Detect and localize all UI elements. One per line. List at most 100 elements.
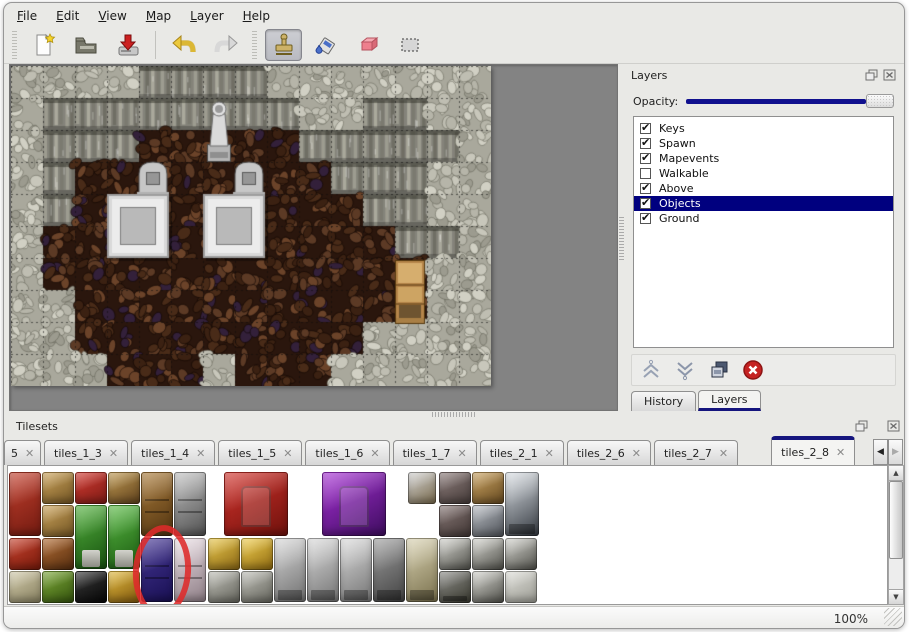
scroll-up-icon[interactable]: ▲ — [889, 466, 903, 481]
select-tool-button[interactable] — [391, 29, 428, 61]
close-tab-icon[interactable]: ✕ — [545, 447, 554, 460]
palette-tile-statue-hooded-small[interactable] — [274, 538, 306, 602]
layer-visibility-checkbox[interactable] — [640, 183, 651, 194]
toolbar-grip-2[interactable] — [252, 31, 257, 59]
layer-row-mapevents[interactable]: Mapevents — [634, 151, 893, 166]
undo-button[interactable] — [165, 29, 202, 61]
open-button[interactable] — [67, 29, 104, 61]
layer-visibility-checkbox[interactable] — [640, 168, 651, 179]
scrollbar-thumb[interactable] — [889, 481, 903, 559]
tileset-tab-tiles_1_5[interactable]: tiles_1_5✕ — [218, 440, 302, 465]
tileset-tab-tiles_1_6[interactable]: tiles_1_6✕ — [305, 440, 389, 465]
move-layer-down-icon[interactable] — [672, 358, 698, 382]
close-tab-icon[interactable]: ✕ — [196, 447, 205, 460]
scroll-tabs-left-icon[interactable]: ◀ — [873, 439, 888, 465]
menu-layer[interactable]: Layer — [186, 8, 227, 24]
palette-tile-slab-beige[interactable] — [9, 571, 41, 603]
palette-tile-banner-red[interactable] — [9, 472, 41, 536]
resize-grip[interactable] — [884, 608, 902, 626]
opacity-slider[interactable] — [686, 93, 894, 109]
close-tab-icon[interactable]: ✕ — [457, 447, 466, 460]
float-panel-icon[interactable] — [854, 420, 868, 433]
palette-tile-wall-top-1[interactable] — [439, 538, 471, 570]
float-panel-icon[interactable] — [864, 69, 878, 82]
scroll-tabs-right-icon[interactable]: ▶ — [888, 439, 903, 465]
layer-row-above[interactable]: Above — [634, 181, 893, 196]
close-tab-icon[interactable]: ✕ — [719, 447, 728, 460]
menu-help[interactable]: Help — [239, 8, 274, 24]
splitter-handle[interactable] — [619, 216, 624, 260]
palette-tile-stone-block[interactable] — [505, 571, 537, 603]
new-file-button[interactable] — [25, 29, 62, 61]
palette-tile-throne-red[interactable] — [224, 472, 288, 536]
close-panel-icon[interactable] — [886, 420, 900, 433]
tileset-tab-tiles_1_3[interactable]: tiles_1_3✕ — [44, 440, 128, 465]
palette-tile-sign-wood[interactable] — [472, 472, 504, 504]
tileset-tab-tiles_1_4[interactable]: tiles_1_4✕ — [131, 440, 215, 465]
palette-tile-banner-shield[interactable] — [9, 538, 41, 570]
palette-tile-plant-palm[interactable] — [75, 505, 107, 569]
redo-button[interactable] — [207, 29, 244, 61]
palette-tile-shelf-dark[interactable] — [75, 571, 107, 603]
eraser-tool-button[interactable] — [349, 29, 386, 61]
move-layer-up-icon[interactable] — [638, 358, 664, 382]
palette-tile-bookshelf[interactable] — [42, 538, 74, 570]
layer-visibility-checkbox[interactable] — [640, 198, 651, 209]
palette-tile-mirror-table[interactable] — [108, 472, 140, 504]
layer-visibility-checkbox[interactable] — [640, 153, 651, 164]
close-tab-icon[interactable]: ✕ — [370, 447, 379, 460]
stamp-tool-button[interactable] — [265, 29, 302, 61]
dock-tab-layers[interactable]: Layers — [698, 390, 760, 411]
toolbar-grip[interactable] — [12, 31, 17, 59]
palette-tile-pouf-red[interactable] — [75, 472, 107, 504]
layer-row-objects[interactable]: Objects — [634, 196, 893, 211]
menu-file[interactable]: File — [13, 8, 41, 24]
palette-tile-wall-mid[interactable] — [472, 571, 504, 603]
palette-tile-gate-metal[interactable] — [174, 472, 206, 536]
dock-tab-history[interactable]: History — [631, 391, 696, 411]
palette-tile-bench-wood-2[interactable] — [42, 505, 74, 537]
palette-tile-armor-knight[interactable] — [505, 472, 539, 536]
layer-row-spawn[interactable]: Spawn — [634, 136, 893, 151]
layer-visibility-checkbox[interactable] — [640, 213, 651, 224]
palette-tile-armor-pile[interactable] — [472, 505, 504, 537]
delete-layer-icon[interactable] — [740, 358, 766, 382]
tileset-tab-5[interactable]: 5✕ — [4, 440, 41, 465]
duplicate-layer-icon[interactable] — [706, 358, 732, 382]
layer-row-walkable[interactable]: Walkable — [634, 166, 893, 181]
tileset-tab-tiles_2_7[interactable]: tiles_2_7✕ — [654, 440, 738, 465]
layer-row-ground[interactable]: Ground — [634, 211, 893, 226]
palette-scrollbar[interactable]: ▲ ▼ — [888, 465, 904, 605]
palette-tile-chain-gold[interactable] — [208, 538, 240, 570]
close-tab-icon[interactable]: ✕ — [836, 446, 845, 459]
palette-tile-pillar-base[interactable] — [439, 571, 471, 603]
palette-tile-gargoyle-pillar[interactable] — [373, 538, 405, 602]
palette-tile-angel-statue-right[interactable] — [340, 538, 372, 602]
menu-edit[interactable]: Edit — [52, 8, 83, 24]
palette-tile-throne-purple[interactable] — [322, 472, 386, 536]
palette-tile-rock-pile-1[interactable] — [208, 571, 240, 603]
close-tab-icon[interactable]: ✕ — [25, 447, 34, 460]
tile-palette[interactable] — [7, 465, 888, 605]
close-tab-icon[interactable]: ✕ — [109, 447, 118, 460]
palette-tile-crate-dark[interactable] — [439, 472, 471, 504]
palette-tile-flag-green[interactable] — [42, 571, 74, 603]
scroll-down-icon[interactable]: ▼ — [889, 589, 903, 604]
layer-row-keys[interactable]: Keys — [634, 121, 893, 136]
layer-visibility-checkbox[interactable] — [640, 123, 651, 134]
tileset-tab-tiles_1_7[interactable]: tiles_1_7✕ — [393, 440, 477, 465]
palette-tile-wall-top-2[interactable] — [472, 538, 504, 570]
tileset-tab-tiles_2_1[interactable]: tiles_2_1✕ — [480, 440, 564, 465]
palette-tile-wall-top-3[interactable] — [505, 538, 537, 570]
palette-tile-crate-dark-2[interactable] — [439, 505, 471, 537]
layer-visibility-checkbox[interactable] — [640, 138, 651, 149]
opacity-slider-thumb[interactable] — [866, 94, 894, 108]
tileset-tab-tiles_2_6[interactable]: tiles_2_6✕ — [567, 440, 651, 465]
palette-tile-portrait[interactable] — [408, 472, 436, 504]
close-tab-icon[interactable]: ✕ — [283, 447, 292, 460]
vertical-splitter[interactable] — [618, 64, 625, 411]
palette-tile-bench-wood[interactable] — [42, 472, 74, 504]
close-panel-icon[interactable] — [882, 69, 896, 82]
fill-tool-button[interactable] — [307, 29, 344, 61]
palette-tile-obelisk[interactable] — [406, 538, 438, 602]
